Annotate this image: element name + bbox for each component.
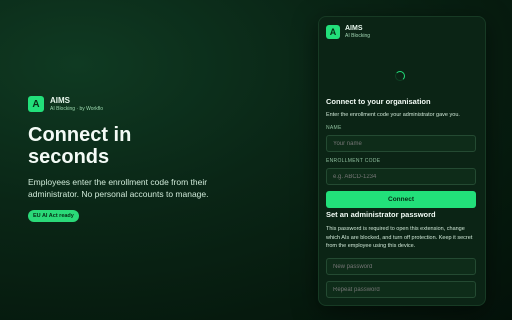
enrollment-code-input[interactable] [326,168,476,185]
panel-brand-sub: AI Blocking [345,33,371,39]
loading-spinner-icon [395,71,405,81]
hero-brand-sub: AI Blocking · by Workflo [50,105,103,112]
connect-title: Connect to your organisation [326,97,431,106]
connect-subtitle: Enter the enrollment code your administr… [326,112,460,118]
hero-brand-text: AIMS AI Blocking · by Workflo [50,95,103,112]
hero-brand: A AIMS AI Blocking · by Workflo [28,96,103,112]
new-password-input[interactable] [326,258,476,275]
admin-password-title: Set an administrator password [326,210,436,219]
admin-password-description: This password is required to open this e… [326,226,473,249]
panel-brand: A AIMS AI Blocking [326,25,370,39]
hero-brand-name: AIMS [50,95,70,105]
extension-popup-panel: A AIMS AI Blocking Connect to your organ… [318,16,486,306]
aims-logo-icon: A [28,96,44,112]
enrollment-code-label: ENROLLMENT CODE [326,158,381,164]
eu-ai-act-badge: EU AI Act ready [28,210,79,222]
hero-description: Employees enter the enrollment code from… [28,177,209,199]
repeat-password-input[interactable] [326,281,476,298]
panel-brand-name: AIMS [345,25,363,32]
aims-logo-icon: A [326,25,340,39]
hero-title: Connect in seconds [28,124,132,168]
name-input[interactable] [326,135,476,152]
name-label: NAME [326,125,342,131]
connect-button[interactable]: Connect [326,191,476,208]
